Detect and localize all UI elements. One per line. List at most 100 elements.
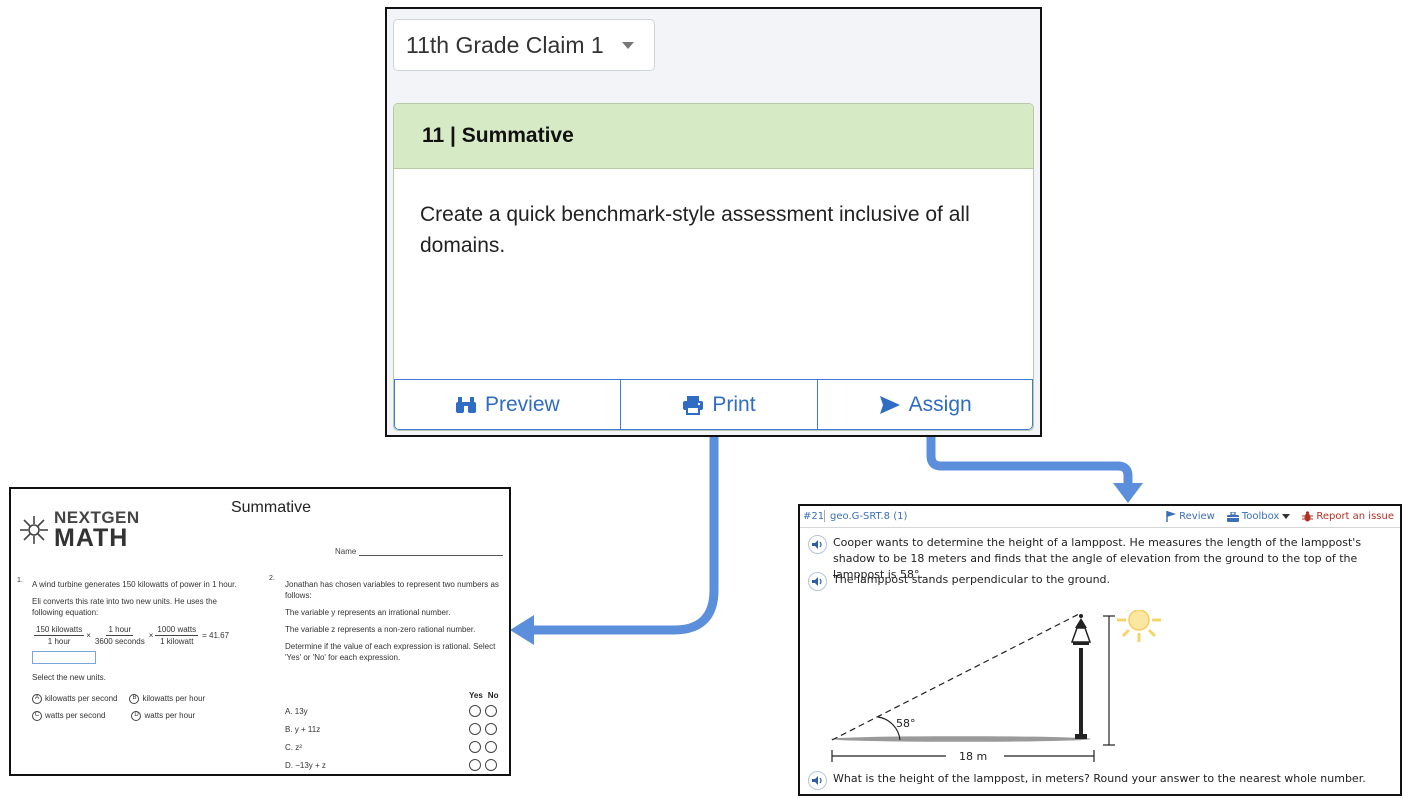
- choice-b[interactable]: Bkilowatts per hour: [129, 693, 205, 704]
- nextgen-math-logo: NEXTGEN MATH: [19, 509, 140, 551]
- assign-arrow-head: [1113, 483, 1143, 503]
- question-2: Jonathan has chosen variables to represe…: [285, 579, 503, 669]
- height-marker: [1103, 615, 1115, 746]
- name-field: Name: [335, 547, 504, 556]
- yes-radio[interactable]: [469, 741, 481, 753]
- item-tools: Review Toolbox Report an issue: [1166, 511, 1394, 522]
- choice-a-bubble: A: [32, 693, 42, 704]
- bug-icon: [1302, 511, 1314, 522]
- print-button[interactable]: Print: [619, 379, 819, 430]
- yes-radio[interactable]: [469, 723, 481, 735]
- sun-icon: [1117, 610, 1161, 642]
- choice-b-bubble: B: [129, 693, 140, 704]
- expression-d: D. −13y + z: [285, 761, 326, 770]
- times-sign: ×: [86, 631, 91, 640]
- frac1-numerator: 150 kilowatts: [34, 625, 85, 636]
- choice-c-text: watts per second: [45, 711, 106, 720]
- print-arrow-line: [530, 437, 719, 635]
- answer-input[interactable]: [32, 651, 96, 664]
- equation-result: = 41.67: [202, 631, 230, 640]
- choice-d[interactable]: Dwatts per hour: [131, 710, 195, 721]
- review-button[interactable]: Review: [1166, 511, 1215, 522]
- yes-radio[interactable]: [469, 759, 481, 771]
- binoculars-icon: [455, 396, 476, 413]
- speaker-icon: [812, 577, 822, 586]
- card-title: 11 | Summative: [394, 104, 1033, 169]
- yes-radio[interactable]: [469, 705, 481, 717]
- frac2-denominator: 3600 seconds: [94, 637, 145, 646]
- lamppost-shadow: [831, 736, 1091, 742]
- frac2-numerator: 1 hour: [106, 625, 134, 636]
- frac1-denominator: 1 hour: [47, 637, 71, 646]
- toolbox-icon: [1226, 511, 1239, 522]
- expression-row: A. 13y: [285, 705, 505, 717]
- frac3-denominator: 1 kilowatt: [160, 637, 194, 646]
- paragraph-2-text: The lamppost stands perpendicular to the…: [833, 573, 1111, 586]
- name-label: Name: [335, 547, 357, 556]
- grade-claim-dropdown[interactable]: 11th Grade Claim 1: [393, 19, 655, 71]
- print-button-label: Print: [712, 392, 756, 416]
- times-sign: ×: [148, 631, 154, 640]
- report-issue-button[interactable]: Report an issue: [1302, 511, 1394, 522]
- no-radio[interactable]: [485, 759, 497, 771]
- fraction-1: 150 kilowatts 1 hour: [34, 624, 85, 647]
- name-rule: [359, 550, 504, 556]
- assign-button-label: Assign: [908, 392, 972, 416]
- length-label: 18 m: [959, 750, 987, 763]
- q1-paragraph-3: Select the new units.: [32, 673, 106, 682]
- fraction-3: 1000 watts 1 kilowatt: [155, 624, 199, 647]
- q2-paragraph-3: The variable z represents a non-zero rat…: [285, 625, 476, 634]
- speaker-button[interactable]: [808, 771, 827, 790]
- question-1: A wind turbine generates 150 kilowatts o…: [32, 579, 250, 727]
- choice-c[interactable]: Cwatts per second: [32, 710, 105, 721]
- print-preview-document: Summative NEXTGEN MATH Name 1. A wind tu…: [9, 487, 511, 776]
- question-line: What is the height of the lamppost, in m…: [808, 771, 1398, 790]
- fraction-2: 1 hour 3600 seconds: [93, 624, 147, 647]
- choice-d-text: watts per hour: [144, 711, 196, 720]
- paragraph-2: The lamppost stands perpendicular to the…: [808, 572, 1398, 591]
- atom-gear-icon: [20, 516, 48, 544]
- expression-a: A. 13y: [285, 707, 308, 716]
- preview-button-label: Preview: [484, 392, 560, 416]
- q2-paragraph-1: Jonathan has chosen variables to represe…: [285, 580, 499, 600]
- no-radio[interactable]: [485, 741, 497, 753]
- speaker-button[interactable]: [808, 572, 827, 591]
- toolbox-button[interactable]: Toolbox: [1226, 511, 1291, 522]
- yes-label: Yes: [469, 691, 483, 700]
- choice-c-bubble: C: [32, 710, 42, 721]
- q2-paragraph-4: Determine if the value of each expressio…: [285, 642, 496, 662]
- toolbox-label: Toolbox: [1241, 511, 1280, 522]
- no-radio[interactable]: [485, 705, 497, 717]
- q1-equation: 150 kilowatts 1 hour × 1 hour 3600 seconds…: [32, 624, 250, 647]
- question-1-number: 1.: [17, 577, 23, 584]
- print-arrow-head: [510, 615, 534, 645]
- no-label: No: [487, 691, 499, 700]
- speaker-icon: [812, 776, 822, 785]
- assessment-card: 11 | Summative Create a quick benchmark-…: [393, 103, 1034, 431]
- item-number: #21: [803, 511, 825, 522]
- expression-row: C. z²: [285, 741, 505, 753]
- assessment-panel: 11th Grade Claim 1 11 | Summative Create…: [385, 7, 1042, 437]
- no-radio[interactable]: [485, 723, 497, 735]
- assign-arrow-line: [926, 437, 1133, 484]
- choice-b-text: kilowatts per hour: [142, 694, 206, 703]
- grade-claim-dropdown-value: 11th Grade Claim 1: [406, 31, 604, 58]
- choice-d-bubble: D: [131, 710, 142, 721]
- speaker-icon: [812, 540, 822, 549]
- card-actions: Preview Print Assign: [394, 379, 1033, 430]
- assign-button[interactable]: Assign: [817, 379, 1033, 430]
- line-of-sight: [831, 613, 1080, 741]
- preview-button[interactable]: Preview: [394, 379, 621, 430]
- yes-no-header: Yes No: [469, 691, 498, 700]
- speaker-button[interactable]: [808, 535, 827, 554]
- item-standard: geo.G-SRT.8 (1): [830, 511, 908, 522]
- lamppost: [1070, 614, 1092, 739]
- expression-row: D. −13y + z: [285, 759, 505, 771]
- review-label: Review: [1179, 511, 1215, 522]
- flag-icon: [1166, 511, 1177, 522]
- choice-a[interactable]: Akilowatts per second: [32, 693, 117, 704]
- expression-c: C. z²: [285, 743, 302, 752]
- q2-paragraph-2: The variable y represents an irrational …: [285, 608, 451, 617]
- angle-label: 58°: [896, 717, 916, 730]
- frac3-numerator: 1000 watts: [155, 625, 199, 636]
